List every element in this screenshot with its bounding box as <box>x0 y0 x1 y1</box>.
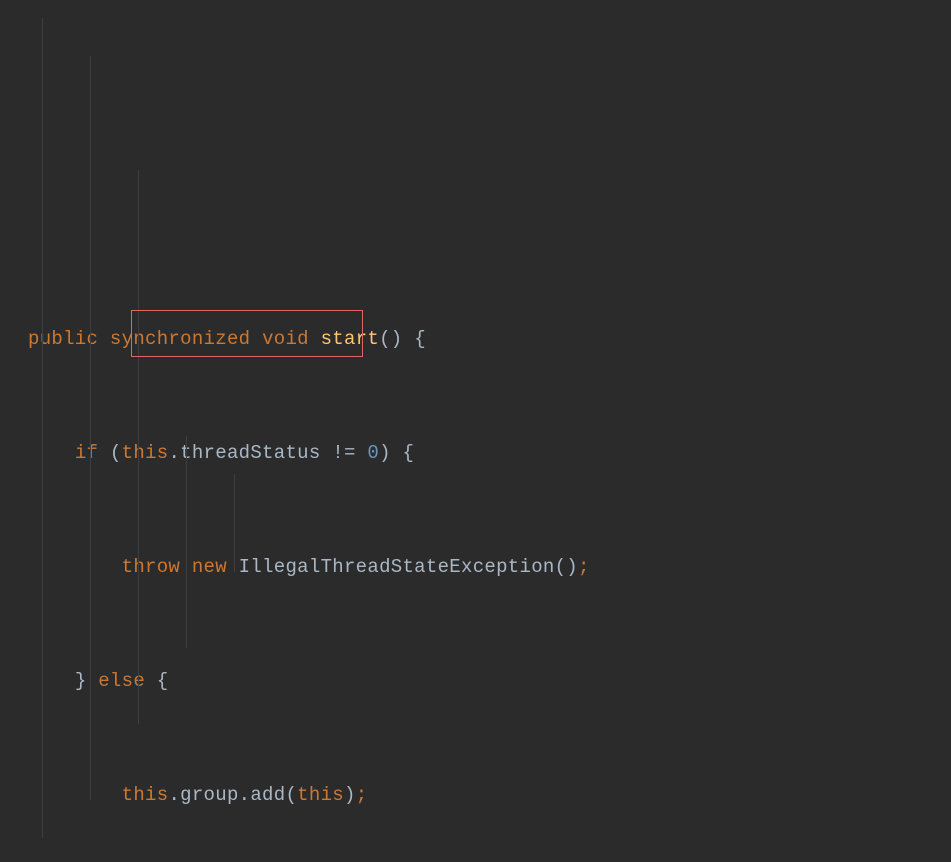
dot: . <box>168 442 180 464</box>
method-call: add <box>250 784 285 806</box>
code-line[interactable]: if (this.threadStatus != 0) { <box>28 434 951 472</box>
indent-guide <box>90 56 91 800</box>
method-name: start <box>321 328 380 350</box>
brace: { <box>414 328 426 350</box>
field: threadStatus <box>180 442 320 464</box>
code-line[interactable]: } else { <box>28 662 951 700</box>
indent-guide <box>234 474 235 572</box>
keyword-this: this <box>122 784 169 806</box>
code-line[interactable]: public synchronized void start() { <box>28 320 951 358</box>
class-name: IllegalThreadStateException <box>239 556 555 578</box>
paren: ( <box>110 442 122 464</box>
code-editor[interactable]: public synchronized void start() { if (t… <box>0 0 951 862</box>
indent-guide <box>138 170 139 724</box>
keyword-if: if <box>75 442 98 464</box>
parens: () <box>555 556 578 578</box>
dot: . <box>239 784 251 806</box>
indent-guide <box>186 436 187 648</box>
number: 0 <box>367 442 379 464</box>
keyword-synchronized: synchronized <box>110 328 250 350</box>
keyword-this: this <box>297 784 344 806</box>
keyword-this: this <box>122 442 169 464</box>
paren: ) <box>344 784 356 806</box>
paren: ) <box>379 442 391 464</box>
semicolon: ; <box>356 784 368 806</box>
indent-guide <box>42 18 43 838</box>
code-line[interactable]: throw new IllegalThreadStateException(); <box>28 548 951 586</box>
keyword-void: void <box>262 328 309 350</box>
paren: ( <box>285 784 297 806</box>
semicolon: ; <box>578 556 590 578</box>
keyword-public: public <box>28 328 98 350</box>
operator: != <box>332 442 355 464</box>
dot: . <box>168 784 180 806</box>
keyword-throw: throw <box>122 556 181 578</box>
parens: () <box>379 328 402 350</box>
field: group <box>180 784 239 806</box>
brace: { <box>403 442 415 464</box>
keyword-new: new <box>192 556 227 578</box>
code-line[interactable]: this.group.add(this); <box>28 776 951 814</box>
brace: } <box>75 670 87 692</box>
brace: { <box>157 670 169 692</box>
